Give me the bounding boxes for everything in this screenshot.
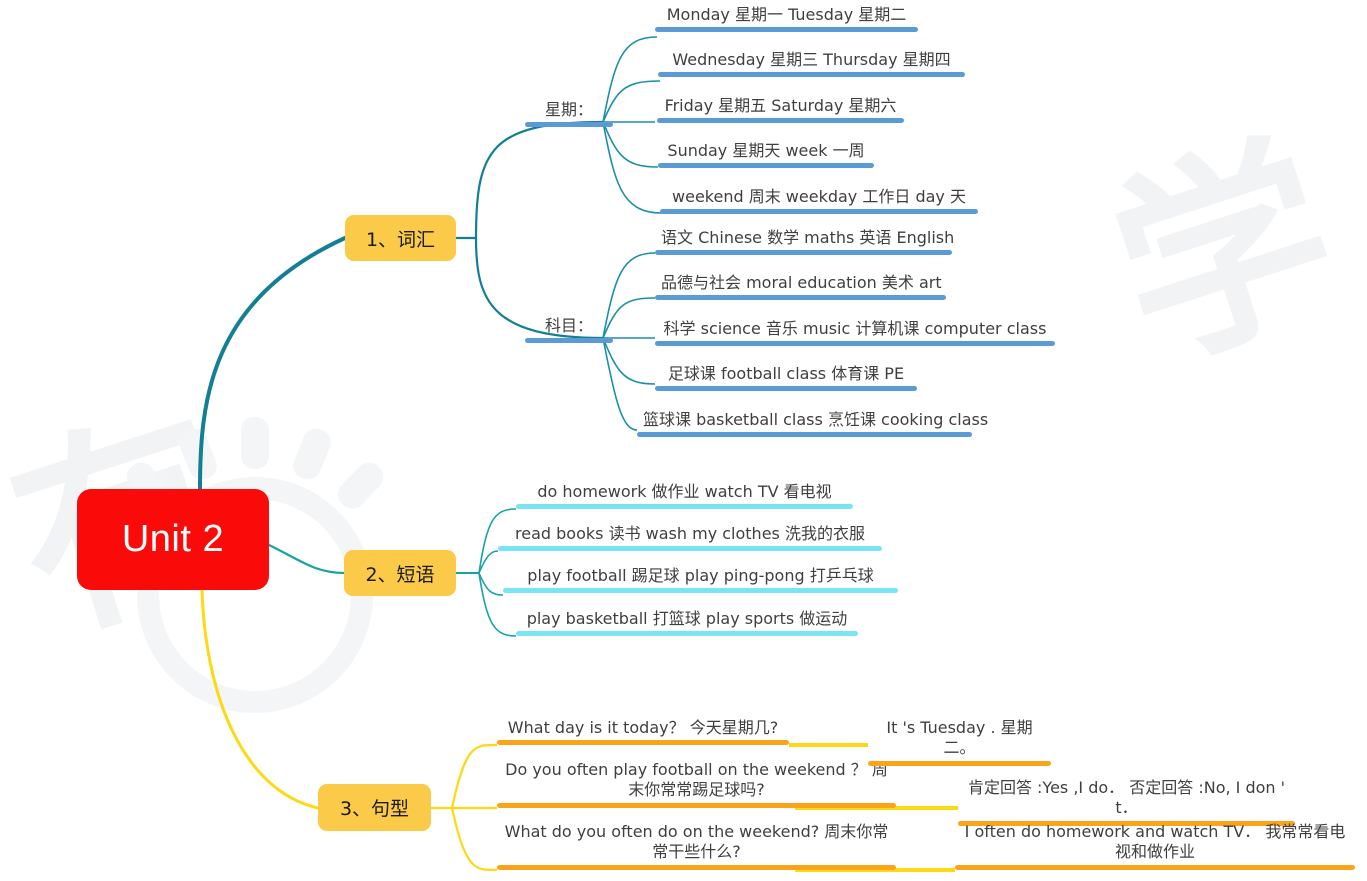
leaf-underline bbox=[655, 295, 946, 301]
branch-node-sentences-label: 3、句型 bbox=[339, 798, 410, 820]
leaf-subject-1[interactable]: 语文 Chinese 数学 maths 英语 English bbox=[655, 228, 954, 256]
root-node-label: Unit 2 bbox=[121, 518, 225, 560]
leaf-weekday-1[interactable]: Monday 星期一 Tuesday 星期二 bbox=[655, 5, 918, 33]
leaf-sentence-question-3[interactable]: What do you often do on the weekend? 周末你… bbox=[497, 822, 896, 870]
leaf-phrase-3[interactable]: play football 踢足球 play ping-pong 打乒乓球 bbox=[503, 566, 898, 594]
leaf-subject-5[interactable]: 篮球课 basketball class 烹饪课 cooking class bbox=[637, 410, 988, 438]
leaf-underline bbox=[955, 864, 1355, 870]
mindmap-canvas: 有 学 bbox=[0, 0, 1367, 881]
branch-node-phrases[interactable]: 2、短语 bbox=[344, 550, 456, 596]
leaf-weekday-2[interactable]: Wednesday 星期三 Thursday 星期四 bbox=[658, 50, 965, 78]
connector-lines bbox=[198, 36, 958, 872]
subgroup-underline-subjects bbox=[525, 338, 613, 343]
leaf-weekday-3[interactable]: Friday 星期五 Saturday 星期六 bbox=[657, 96, 904, 124]
leaf-sentence-answer-3[interactable]: I often do homework and watch TV． 我常常看电视… bbox=[955, 822, 1355, 870]
leaf-underline bbox=[655, 341, 1055, 347]
leaf-sentence-question-1[interactable]: What day is it today？ 今天星期几? bbox=[497, 718, 789, 746]
leaf-sentence-answer-1[interactable]: It 's Tuesday . 星期二。 bbox=[868, 718, 1051, 766]
leaf-sentence-answer-2[interactable]: 肯定回答 :Yes ,I do． 否定回答 :No, I don ' t． bbox=[958, 778, 1295, 826]
leaf-underline bbox=[655, 27, 918, 33]
leaf-weekday-5[interactable]: weekend 周末 weekday 工作日 day 天 bbox=[660, 187, 978, 215]
leaf-weekday-4[interactable]: Sunday 星期天 week 一周 bbox=[658, 141, 874, 169]
leaf-phrase-2[interactable]: read books 读书 wash my clothes 洗我的衣服 bbox=[498, 524, 882, 552]
leaf-phrase-4[interactable]: play basketball 打篮球 play sports 做运动 bbox=[516, 609, 858, 637]
leaf-underline bbox=[868, 760, 1051, 766]
leaf-underline bbox=[497, 740, 789, 746]
leaf-sentence-question-2[interactable]: Do you often play football on the weeken… bbox=[497, 760, 896, 808]
leaf-underline bbox=[655, 386, 917, 392]
leaf-underline bbox=[497, 864, 896, 870]
leaf-underline bbox=[516, 504, 853, 510]
leaf-underline bbox=[498, 546, 882, 552]
leaf-underline bbox=[658, 163, 874, 169]
subgroup-label-weekdays: 星期： bbox=[525, 96, 613, 127]
watermark-char-2: 学 bbox=[1087, 105, 1363, 404]
branch-node-vocabulary-label: 1、词汇 bbox=[365, 228, 436, 251]
leaf-underline bbox=[516, 631, 858, 637]
leaf-underline bbox=[497, 802, 896, 808]
leaf-underline bbox=[660, 209, 978, 215]
branch-node-phrases-label: 2、短语 bbox=[365, 563, 435, 586]
leaf-underline bbox=[503, 588, 898, 594]
leaf-underline bbox=[637, 432, 972, 438]
root-node[interactable]: Unit 2 bbox=[77, 489, 269, 590]
leaf-subject-2[interactable]: 品德与社会 moral education 美术 art bbox=[655, 273, 946, 301]
leaf-subject-3[interactable]: 科学 science 音乐 music 计算机课 computer class bbox=[655, 319, 1055, 347]
leaf-underline bbox=[657, 118, 904, 124]
branch-node-sentences[interactable]: 3、句型 bbox=[318, 784, 431, 831]
subgroup-underline-weekdays bbox=[525, 122, 613, 127]
branch-node-vocabulary[interactable]: 1、词汇 bbox=[345, 215, 456, 261]
leaf-subject-4[interactable]: 足球课 football class 体育课 PE bbox=[655, 364, 917, 392]
subgroup-label-subjects: 科目： bbox=[525, 312, 613, 343]
leaf-underline bbox=[655, 250, 952, 256]
leaf-phrase-1[interactable]: do homework 做作业 watch TV 看电视 bbox=[516, 482, 853, 510]
watermark-graphic bbox=[126, 417, 384, 713]
leaf-underline bbox=[658, 72, 965, 78]
